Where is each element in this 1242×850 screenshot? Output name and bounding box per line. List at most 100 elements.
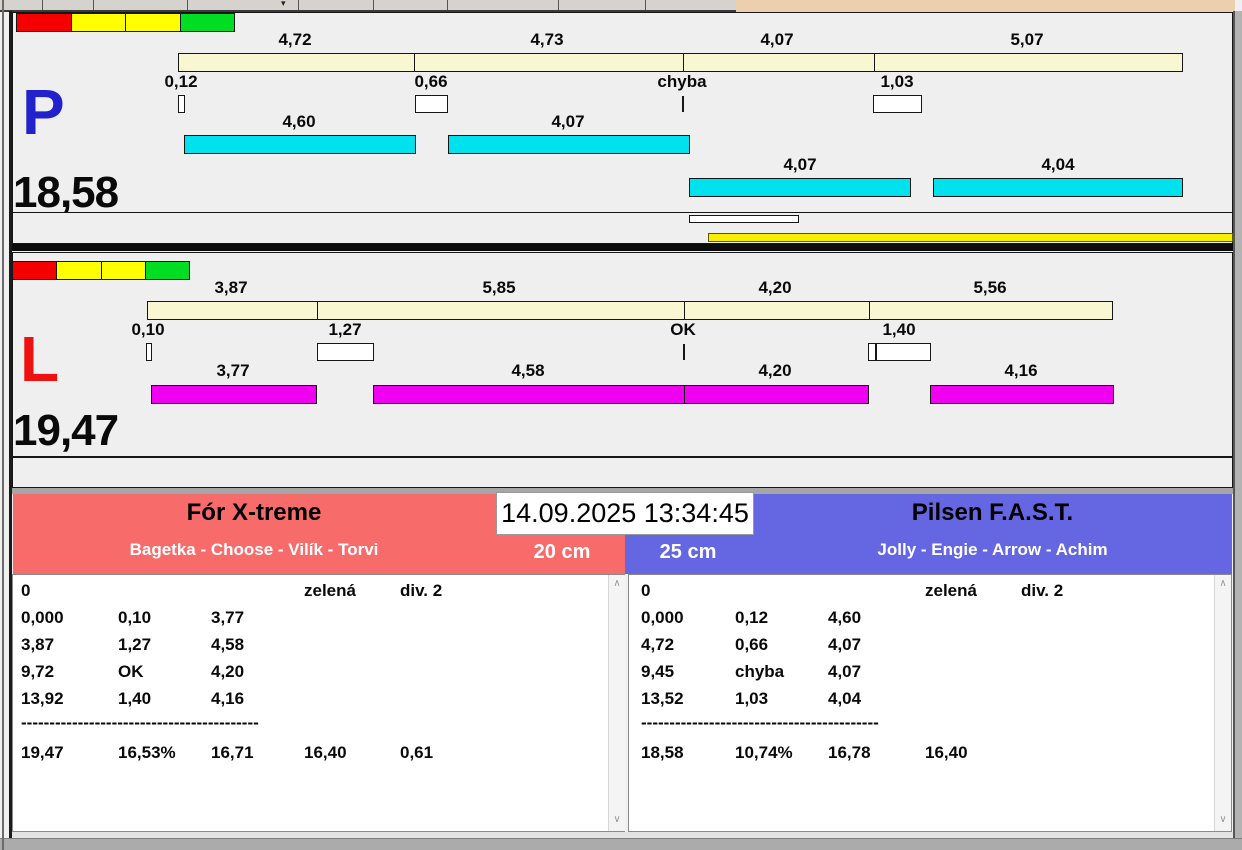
l-reaction-tick (683, 344, 685, 360)
signal-yellow (100, 261, 146, 280)
toolbar-divider (93, 0, 94, 10)
table-cell: 1,27 (118, 635, 152, 654)
l-split-label: 3,87 (214, 278, 248, 297)
toolbar-divider (373, 0, 374, 10)
table-cell: 9,45 (641, 662, 675, 681)
table-dashed-divider: ----------------------------------------… (641, 713, 879, 732)
p-result-bar (448, 135, 690, 154)
right-table-scrollbar[interactable]: ∧ ∨ (1214, 575, 1231, 831)
table-dashed-divider: ----------------------------------------… (21, 713, 259, 732)
l-result-label: 4,16 (1004, 361, 1038, 380)
p-split-label: 4,07 (760, 30, 794, 49)
table-cell: 4,07 (828, 662, 862, 681)
team-right-members: Jolly - Engie - Arrow - Achim (877, 540, 1108, 559)
table-total-cell: 16,78 (828, 743, 871, 762)
table-cell: 13,52 (641, 689, 684, 708)
p-split-label: 4,73 (530, 30, 564, 49)
scroll-up-icon[interactable]: ∧ (1215, 578, 1231, 590)
table-cell: zelená (925, 581, 977, 600)
table-cell: 4,04 (828, 689, 862, 708)
l-reaction-marker (146, 343, 152, 361)
table-total-cell: 16,53% (118, 743, 176, 762)
l-result-label: 4,20 (758, 361, 792, 380)
p-split-bar (178, 53, 1183, 72)
p-progress-bar (708, 233, 1233, 242)
table-cell: 3,87 (21, 635, 55, 654)
table-cell: OK (118, 662, 144, 681)
l-result-label: 3,77 (216, 361, 250, 380)
p-reaction-label: 0,12 (164, 72, 198, 91)
left-table-scrollbar[interactable]: ∧ ∨ (608, 575, 625, 831)
l-reaction-label: 1,27 (328, 320, 362, 339)
toolbar-divider (558, 0, 559, 10)
team-left-target: 20 cm (533, 541, 591, 563)
p-result-label: 4,04 (1041, 155, 1075, 174)
l-result-bar (373, 385, 869, 404)
table-cell: 0,66 (735, 635, 769, 654)
p-progress-marker (689, 215, 799, 223)
table-total-cell: 16,71 (211, 743, 254, 762)
l-result-bar (930, 385, 1114, 404)
signal-yellow (56, 261, 102, 280)
bottom-bar (0, 838, 1242, 850)
team-right-results-area[interactable] (628, 574, 1232, 832)
p-result-label: 4,07 (551, 112, 585, 131)
team-right-name: Pilsen F.A.S.T. (911, 499, 1074, 526)
window-left-outer-border (2, 0, 4, 850)
scroll-down-icon[interactable]: ∨ (1215, 814, 1231, 826)
table-cell: 4,60 (828, 608, 862, 627)
top-strip: ▾ (0, 0, 1235, 12)
table-total-cell: 16,40 (304, 743, 347, 762)
signal-green (144, 261, 190, 280)
table-cell: 4,20 (211, 662, 245, 681)
team-left-results-area[interactable] (12, 574, 625, 832)
p-lane-letter: P (22, 76, 65, 148)
table-cell: 4,58 (211, 635, 245, 654)
signal-yellow (70, 13, 126, 32)
table-cell: 0,10 (118, 608, 152, 627)
table-cell: div. 2 (400, 581, 443, 600)
table-cell: 4,72 (641, 635, 675, 654)
toolbar-divider (298, 0, 299, 10)
table-cell: 0,000 (21, 608, 64, 627)
l-result-bar (151, 385, 317, 404)
table-total-cell: 10,74% (735, 743, 793, 762)
table-cell: 1,40 (118, 689, 152, 708)
l-signal-lights (12, 261, 190, 280)
table-cell: 4,16 (211, 689, 245, 708)
table-cell: zelená (304, 581, 356, 600)
table-total-cell: 18,58 (641, 743, 684, 762)
table-cell: 0,12 (735, 608, 769, 627)
p-reaction-marker (873, 95, 922, 113)
table-cell: chyba (735, 662, 785, 681)
table-total-cell: 19,47 (21, 743, 64, 762)
l-split-label: 5,85 (482, 278, 516, 297)
p-reaction-marker (178, 95, 185, 113)
datetime-value: 14.09.2025 13:34:45 (501, 498, 749, 528)
scroll-up-icon[interactable]: ∧ (609, 578, 625, 590)
l-reaction-label: 0,10 (131, 320, 165, 339)
l-lane-letter: L (20, 323, 60, 395)
table-cell: 1,03 (735, 689, 769, 708)
l-split-label: 5,56 (973, 278, 1007, 297)
dropdown-caret-icon[interactable]: ▾ (281, 0, 286, 9)
p-reaction-marker (415, 95, 448, 113)
p-split-label: 5,07 (1010, 30, 1044, 49)
signal-yellow (125, 13, 181, 32)
table-cell: 9,72 (21, 662, 55, 681)
p-lane-total: 18,58 (13, 168, 119, 217)
p-result-label: 4,60 (282, 112, 316, 131)
l-reaction-label: OK (670, 320, 696, 339)
toolbar-strip[interactable]: ▾ (0, 0, 736, 12)
p-result-bar (933, 178, 1183, 197)
p-reaction-label: chyba (657, 72, 707, 91)
l-progress-row (12, 457, 1233, 488)
p-reaction-label: 1,03 (880, 72, 914, 91)
signal-green (179, 13, 235, 32)
toolbar-divider (645, 0, 646, 10)
table-total-cell: 16,40 (925, 743, 968, 762)
l-reaction-marker (317, 343, 374, 361)
p-reaction-tick (682, 96, 684, 112)
l-lane-total: 19,47 (13, 406, 119, 455)
scroll-down-icon[interactable]: ∨ (609, 814, 625, 826)
